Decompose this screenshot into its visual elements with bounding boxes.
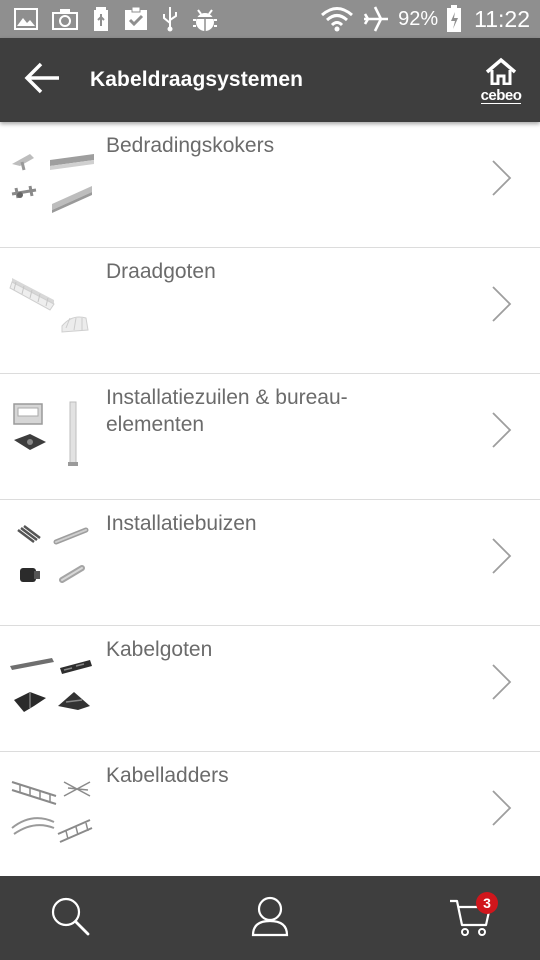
battery-charging-icon — [446, 5, 462, 33]
image-icon — [14, 8, 38, 30]
clock: 11:22 — [474, 5, 530, 32]
bedradingskokers-thumbnail — [0, 122, 100, 248]
kabelgoten-thumbnail — [0, 626, 100, 752]
page-title: Kabeldraagsystemen — [90, 68, 304, 91]
status-bar: 92% 11:22 — [0, 0, 540, 38]
usb-storage-icon — [92, 6, 110, 32]
category-list: Bedradingskokers Draadgoten Installatiez… — [0, 122, 540, 876]
list-item-label: Kabelgoten — [106, 638, 213, 661]
installatiezuilen-thumbnail — [0, 374, 100, 500]
search-button[interactable] — [40, 888, 100, 948]
wifi-icon — [320, 6, 354, 32]
cart-button[interactable]: 3 — [440, 888, 500, 948]
chevron-right-icon — [490, 284, 514, 329]
list-item-label: Installatiezuilen & bureau-elementen — [106, 386, 348, 436]
list-item-installatiezuilen[interactable]: Installatiezuilen & bureau-elementen — [0, 374, 540, 500]
usb-icon — [162, 6, 178, 32]
chevron-right-icon — [490, 662, 514, 707]
system-icons: 92% 11:22 — [320, 5, 530, 33]
list-item-label: Draadgoten — [106, 260, 216, 283]
home-icon — [484, 57, 518, 90]
clipboard-check-icon — [124, 7, 148, 31]
chevron-right-icon — [490, 410, 514, 455]
android-debug-icon — [192, 6, 218, 32]
list-item-kabelgoten[interactable]: Kabelgoten — [0, 626, 540, 752]
user-icon — [250, 895, 290, 942]
airplane-mode-icon — [362, 5, 390, 33]
list-item-label: Installatiebuizen — [106, 512, 257, 535]
list-item-bedradingskokers[interactable]: Bedradingskokers — [0, 122, 540, 248]
camera-icon — [52, 8, 78, 30]
notification-icons — [14, 6, 218, 32]
search-icon — [49, 895, 91, 942]
bottom-navigation: 3 — [0, 876, 540, 960]
kabelladders-thumbnail — [0, 752, 100, 876]
list-item-label: Kabelladders — [106, 764, 229, 787]
battery-percentage: 92% — [398, 7, 439, 30]
chevron-right-icon — [490, 536, 514, 581]
home-button[interactable]: cebeo — [466, 38, 536, 122]
list-item-draadgoten[interactable]: Draadgoten — [0, 248, 540, 374]
arrow-left-icon — [23, 61, 61, 100]
back-button[interactable] — [0, 38, 84, 122]
app-bar: Kabeldraagsystemen cebeo — [0, 38, 540, 122]
installatiebuizen-thumbnail — [0, 500, 100, 626]
list-item-label: Bedradingskokers — [106, 134, 275, 157]
brand-logo: cebeo — [480, 86, 522, 104]
chevron-right-icon — [490, 158, 514, 203]
list-item-kabelladders[interactable]: Kabelladders — [0, 752, 540, 876]
cart-count-badge: 3 — [476, 892, 498, 914]
draadgoten-thumbnail — [0, 248, 100, 374]
chevron-right-icon — [490, 788, 514, 833]
list-item-installatiebuizen[interactable]: Installatiebuizen — [0, 500, 540, 626]
account-button[interactable] — [240, 888, 300, 948]
